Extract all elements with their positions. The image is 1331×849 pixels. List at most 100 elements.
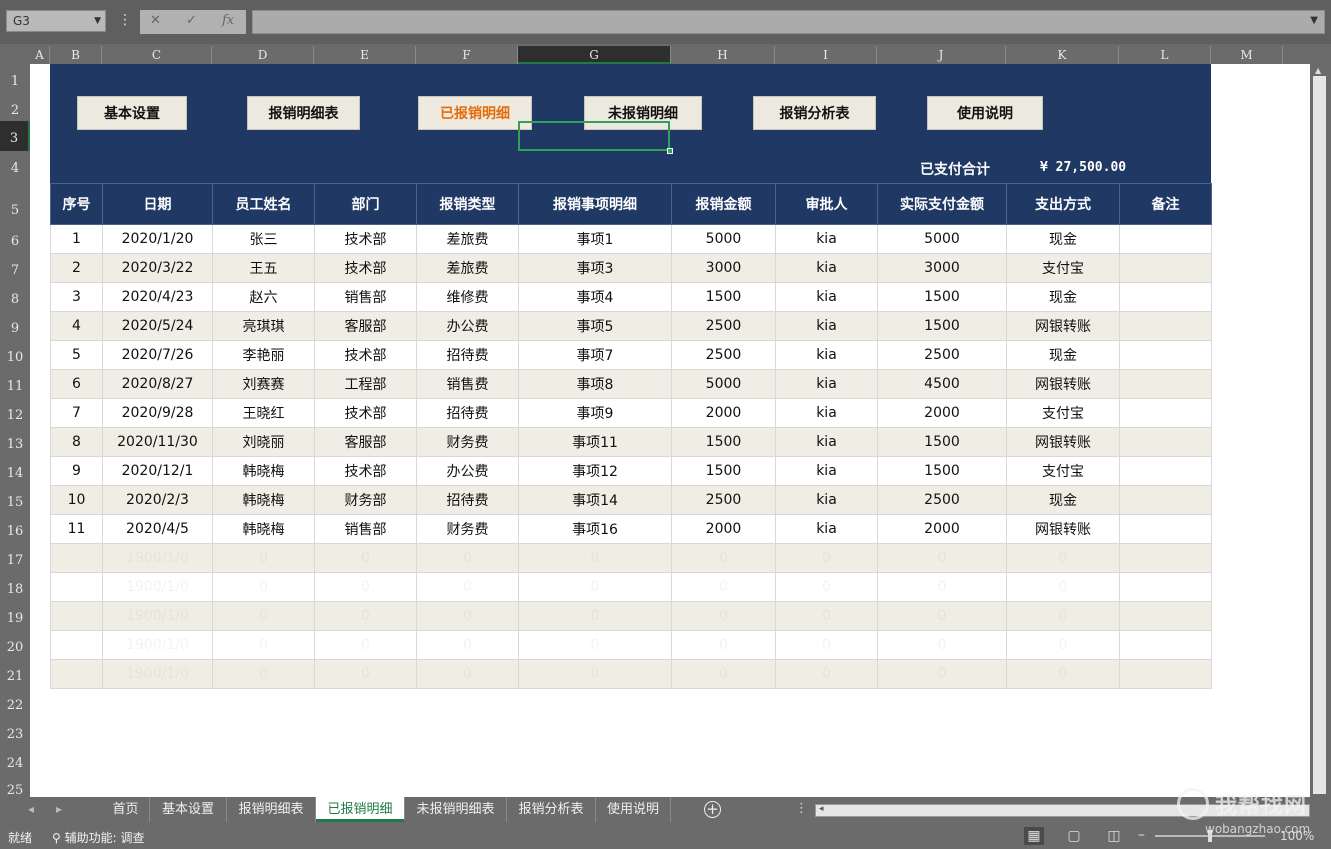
table-cell[interactable] bbox=[50, 630, 103, 660]
table-cell[interactable]: 1500 bbox=[877, 427, 1007, 457]
column-header[interactable]: J bbox=[877, 46, 1006, 64]
table-cell[interactable]: 1900/1/0 bbox=[102, 630, 213, 660]
row-header[interactable]: 5 bbox=[0, 183, 30, 224]
table-cell[interactable]: 0 bbox=[212, 601, 315, 631]
column-header[interactable]: A bbox=[30, 46, 50, 64]
table-cell[interactable]: 事项8 bbox=[518, 369, 672, 399]
table-cell[interactable]: 支付宝 bbox=[1006, 253, 1120, 283]
table-cell[interactable]: kia bbox=[775, 514, 878, 544]
table-cell[interactable] bbox=[1119, 659, 1212, 689]
table-cell[interactable]: 5000 bbox=[671, 224, 776, 254]
table-cell[interactable]: 1500 bbox=[877, 282, 1007, 312]
table-cell[interactable] bbox=[1119, 311, 1212, 341]
more-options-icon[interactable]: ⋮ bbox=[118, 12, 132, 28]
table-cell[interactable]: 1900/1/0 bbox=[102, 572, 213, 602]
column-title[interactable]: 日期 bbox=[102, 183, 213, 225]
column-header[interactable]: L bbox=[1119, 46, 1211, 64]
row-header[interactable]: 16 bbox=[0, 514, 30, 543]
formula-input[interactable]: ▼ bbox=[252, 10, 1325, 34]
table-cell[interactable]: 韩晓梅 bbox=[212, 514, 315, 544]
nav-reimburse-detail-button[interactable]: 报销明细表 bbox=[247, 96, 360, 130]
row-header[interactable]: 12 bbox=[0, 398, 30, 427]
table-cell[interactable]: 差旅费 bbox=[416, 224, 519, 254]
table-cell[interactable] bbox=[1119, 282, 1212, 312]
more-tabs-icon[interactable]: ⋮ bbox=[795, 801, 808, 816]
table-cell[interactable]: 现金 bbox=[1006, 224, 1120, 254]
table-cell[interactable]: 支付宝 bbox=[1006, 456, 1120, 486]
table-cell[interactable]: 0 bbox=[212, 572, 315, 602]
table-cell[interactable]: 2020/5/24 bbox=[102, 311, 213, 341]
table-cell[interactable]: 招待费 bbox=[416, 398, 519, 428]
fill-handle[interactable] bbox=[667, 148, 673, 154]
table-cell[interactable]: 0 bbox=[671, 630, 776, 660]
row-header[interactable]: 7 bbox=[0, 253, 30, 282]
table-cell[interactable]: 2020/4/5 bbox=[102, 514, 213, 544]
column-title[interactable]: 报销事项明细 bbox=[518, 183, 672, 225]
table-cell[interactable]: 0 bbox=[518, 659, 672, 689]
tab-home[interactable]: 首页 bbox=[102, 797, 150, 822]
tab-reimburse-detail[interactable]: 报销明细表 bbox=[227, 797, 316, 822]
table-cell[interactable]: 技术部 bbox=[314, 340, 417, 370]
table-cell[interactable]: 11 bbox=[50, 514, 103, 544]
table-cell[interactable]: 7 bbox=[50, 398, 103, 428]
table-cell[interactable]: 0 bbox=[775, 659, 878, 689]
cancel-icon[interactable]: ✕ bbox=[150, 13, 161, 28]
table-cell[interactable]: 0 bbox=[518, 601, 672, 631]
table-cell[interactable]: 0 bbox=[1006, 601, 1120, 631]
table-cell[interactable]: 韩晓梅 bbox=[212, 456, 315, 486]
row-header[interactable]: 24 bbox=[0, 746, 30, 775]
table-cell[interactable]: kia bbox=[775, 253, 878, 283]
tab-basic-settings[interactable]: 基本设置 bbox=[150, 797, 227, 822]
column-header[interactable]: K bbox=[1006, 46, 1119, 64]
table-cell[interactable]: 事项7 bbox=[518, 340, 672, 370]
table-cell[interactable]: 0 bbox=[416, 601, 519, 631]
table-cell[interactable]: 0 bbox=[314, 543, 417, 573]
table-cell[interactable]: 2020/11/30 bbox=[102, 427, 213, 457]
table-cell[interactable]: 1900/1/0 bbox=[102, 543, 213, 573]
page-break-view-icon[interactable]: ◫ bbox=[1104, 827, 1124, 845]
column-header[interactable]: C bbox=[102, 46, 212, 64]
vertical-scrollbar[interactable]: ▲ bbox=[1310, 64, 1331, 797]
row-header[interactable]: 20 bbox=[0, 630, 30, 659]
table-cell[interactable]: 2020/8/27 bbox=[102, 369, 213, 399]
table-cell[interactable]: 技术部 bbox=[314, 224, 417, 254]
table-cell[interactable]: 2020/9/28 bbox=[102, 398, 213, 428]
table-cell[interactable]: 0 bbox=[212, 543, 315, 573]
row-header[interactable]: 6 bbox=[0, 224, 30, 253]
table-cell[interactable]: 差旅费 bbox=[416, 253, 519, 283]
table-cell[interactable]: 4500 bbox=[877, 369, 1007, 399]
nav-instructions-button[interactable]: 使用说明 bbox=[927, 96, 1043, 130]
table-cell[interactable] bbox=[1119, 572, 1212, 602]
column-title[interactable]: 员工姓名 bbox=[212, 183, 315, 225]
table-cell[interactable]: 亮琪琪 bbox=[212, 311, 315, 341]
table-cell[interactable]: 张三 bbox=[212, 224, 315, 254]
table-cell[interactable]: 现金 bbox=[1006, 282, 1120, 312]
table-cell[interactable]: 事项12 bbox=[518, 456, 672, 486]
table-cell[interactable]: 事项4 bbox=[518, 282, 672, 312]
table-cell[interactable]: 0 bbox=[671, 543, 776, 573]
row-header[interactable]: 9 bbox=[0, 311, 30, 340]
table-cell[interactable]: 0 bbox=[671, 601, 776, 631]
table-cell[interactable]: 韩晓梅 bbox=[212, 485, 315, 515]
row-header-selected[interactable]: 3 bbox=[0, 121, 30, 151]
table-cell[interactable]: 现金 bbox=[1006, 340, 1120, 370]
row-header[interactable]: 17 bbox=[0, 543, 30, 572]
row-header[interactable]: 21 bbox=[0, 659, 30, 688]
table-cell[interactable]: 5 bbox=[50, 340, 103, 370]
column-header[interactable]: F bbox=[416, 46, 518, 64]
row-header[interactable]: 25 bbox=[0, 775, 30, 797]
table-cell[interactable]: 技术部 bbox=[314, 253, 417, 283]
table-cell[interactable]: 2020/7/26 bbox=[102, 340, 213, 370]
table-cell[interactable]: 1500 bbox=[877, 311, 1007, 341]
table-cell[interactable]: 1 bbox=[50, 224, 103, 254]
table-cell[interactable]: kia bbox=[775, 311, 878, 341]
table-cell[interactable]: 2500 bbox=[671, 485, 776, 515]
table-cell[interactable]: 0 bbox=[877, 659, 1007, 689]
zoom-out-icon[interactable]: – bbox=[1138, 827, 1145, 843]
table-cell[interactable]: 0 bbox=[775, 572, 878, 602]
table-cell[interactable]: 技术部 bbox=[314, 456, 417, 486]
table-cell[interactable]: 5000 bbox=[877, 224, 1007, 254]
table-cell[interactable]: kia bbox=[775, 369, 878, 399]
table-cell[interactable]: 2020/1/20 bbox=[102, 224, 213, 254]
table-cell[interactable]: 0 bbox=[1006, 543, 1120, 573]
